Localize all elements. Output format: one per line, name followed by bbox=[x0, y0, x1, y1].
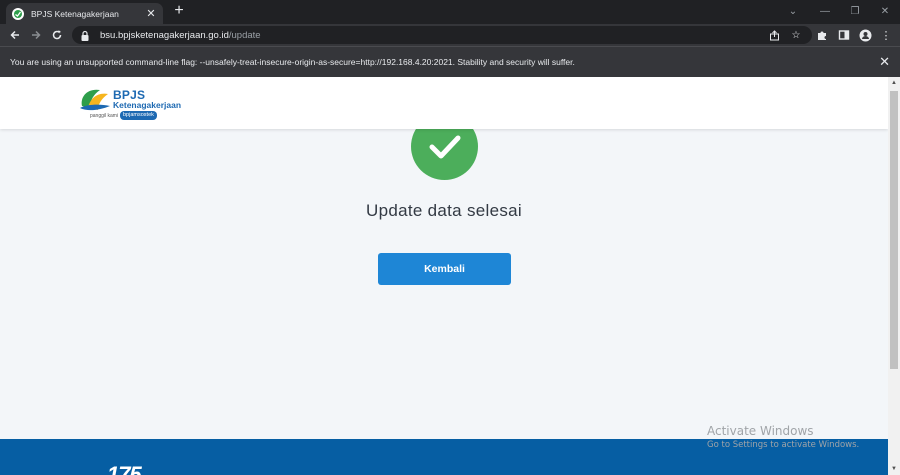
browser-toolbar: bsu.bpjsketenagakerjaan.go.id/update ☆ ⋮ bbox=[0, 24, 900, 46]
extensions-icon[interactable] bbox=[814, 27, 830, 43]
tab-strip: BPJS Ketenagakerjaan ✕ + ⌄ — ❐ ✕ bbox=[0, 0, 900, 24]
url-text[interactable]: bsu.bpjsketenagakerjaan.go.id/update bbox=[100, 30, 261, 41]
url-host: bsu.bpjsketenagakerjaan.go.id bbox=[100, 29, 229, 41]
tab-title: BPJS Ketenagakerjaan bbox=[31, 8, 119, 19]
address-bar[interactable]: bsu.bpjsketenagakerjaan.go.id/update ☆ bbox=[72, 26, 812, 44]
scroll-up-arrow-icon[interactable]: ▲ bbox=[888, 77, 900, 89]
logo-tagline: panggil kami bbox=[90, 113, 119, 119]
page-viewport: BPJS Ketenagakerjaan panggil kami bpjams… bbox=[0, 77, 888, 475]
watermark-line-1: Activate Windows bbox=[707, 424, 814, 438]
footer-175-logo: 175 bbox=[107, 462, 142, 475]
minimize-button[interactable]: — bbox=[810, 0, 840, 22]
warning-infobar: You are using an unsupported command-lin… bbox=[0, 46, 900, 77]
tab-search-icon[interactable]: ⌄ bbox=[778, 0, 808, 22]
site-header: BPJS Ketenagakerjaan panggil kami bpjams… bbox=[0, 77, 888, 129]
reload-icon[interactable] bbox=[49, 27, 65, 43]
bookmark-star-icon[interactable]: ☆ bbox=[789, 28, 803, 42]
page-scrollbar[interactable]: ▲ ▼ bbox=[888, 77, 900, 475]
result-title: Update data selesai bbox=[366, 201, 522, 220]
scrollbar-thumb[interactable] bbox=[890, 91, 898, 369]
lock-icon[interactable] bbox=[80, 29, 92, 41]
profile-avatar-icon[interactable] bbox=[857, 27, 873, 43]
windows-activation-watermark: Activate Windows Go to Settings to activ… bbox=[707, 424, 859, 450]
forward-arrow-icon[interactable] bbox=[28, 27, 44, 43]
close-window-button[interactable]: ✕ bbox=[870, 0, 900, 22]
restore-button[interactable]: ❐ bbox=[840, 0, 870, 22]
side-panel-icon[interactable] bbox=[836, 27, 852, 43]
logo-subtitle: Ketenagakerjaan bbox=[113, 100, 182, 110]
new-tab-button[interactable]: + bbox=[171, 3, 187, 19]
kembali-button[interactable]: Kembali bbox=[378, 253, 511, 285]
infobar-message: You are using an unsupported command-lin… bbox=[10, 57, 575, 67]
infobar-close-icon[interactable]: ✕ bbox=[879, 54, 890, 70]
site-favicon-icon bbox=[12, 7, 24, 20]
tab-close-icon[interactable]: ✕ bbox=[145, 7, 157, 20]
bpjs-logo[interactable]: BPJS Ketenagakerjaan panggil kami bpjams… bbox=[78, 86, 188, 122]
share-icon[interactable] bbox=[767, 28, 781, 42]
browser-tab[interactable]: BPJS Ketenagakerjaan ✕ bbox=[6, 3, 163, 24]
back-arrow-icon[interactable] bbox=[7, 27, 23, 43]
scroll-down-arrow-icon[interactable]: ▼ bbox=[888, 463, 900, 475]
watermark-line-2: Go to Settings to activate Windows. bbox=[707, 440, 860, 450]
menu-kebab-icon[interactable]: ⋮ bbox=[878, 27, 894, 43]
bpjs-leaf-icon bbox=[80, 89, 110, 111]
url-path: /update bbox=[228, 29, 261, 41]
logo-pill: bpjamsostek bbox=[120, 111, 157, 120]
